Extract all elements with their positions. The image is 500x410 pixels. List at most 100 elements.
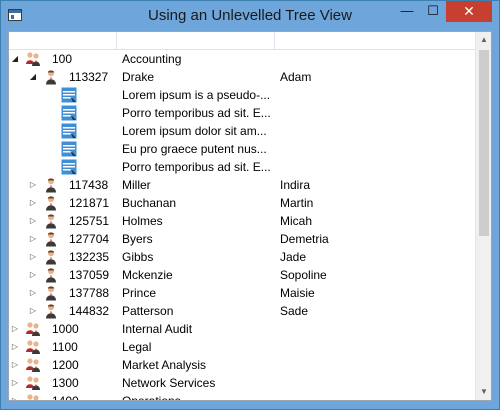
cell-name: Network Services: [122, 376, 216, 390]
column-header-row: [9, 32, 475, 50]
person-icon: [43, 213, 59, 229]
collapsed-arrow-icon[interactable]: ▷: [28, 302, 38, 320]
cell-name: Operations: [122, 394, 181, 401]
cell-name: Porro temporibus ad sit. E...: [122, 106, 271, 120]
cell-name: Miller: [122, 178, 151, 192]
cell-code: 137059: [69, 268, 110, 282]
cell-name: Patterson: [122, 304, 174, 318]
collapsed-arrow-icon[interactable]: ▷: [28, 194, 38, 212]
cell-code: 132235: [69, 250, 110, 264]
document-icon: [61, 105, 77, 121]
column-header-extra[interactable]: [274, 32, 475, 49]
cell-name: Eu pro graece putent nus...: [122, 142, 267, 156]
tree-item-employee[interactable]: ▷ 127704 Byers Demetria: [9, 230, 475, 248]
cell-first-name: Sade: [280, 304, 309, 318]
expanded-arrow-icon[interactable]: ◢: [10, 50, 20, 68]
person-icon: [43, 303, 59, 319]
cell-code: 121871: [69, 196, 110, 210]
cell-name: Prince: [122, 286, 157, 300]
maximize-button[interactable]: ☐: [420, 1, 446, 22]
document-icon: [61, 123, 77, 139]
collapsed-arrow-icon[interactable]: ▷: [10, 356, 20, 374]
cell-code: 1200: [52, 358, 79, 372]
person-icon: [43, 249, 59, 265]
collapsed-arrow-icon[interactable]: ▷: [10, 320, 20, 338]
collapsed-arrow-icon[interactable]: ▷: [10, 374, 20, 392]
tree-item-note[interactable]: Porro temporibus ad sit. E...: [9, 158, 475, 176]
cell-code: 1300: [52, 376, 79, 390]
tree-item-department[interactable]: ▷ 1300 Network Services: [9, 374, 475, 392]
cell-code: 137788: [69, 286, 110, 300]
cell-code: 125751: [69, 214, 110, 228]
tree-item-employee[interactable]: ▷ 125751 Holmes Micah: [9, 212, 475, 230]
cell-name: Byers: [122, 232, 153, 246]
scroll-thumb[interactable]: [479, 50, 489, 236]
tree-item-department[interactable]: ▷ 1000 Internal Audit: [9, 320, 475, 338]
tree-item-employee[interactable]: ▷ 137788 Prince Maisie: [9, 284, 475, 302]
tree-item-note[interactable]: Eu pro graece putent nus...: [9, 140, 475, 158]
tree-item-note[interactable]: Porro temporibus ad sit. E...: [9, 104, 475, 122]
group-icon: [25, 321, 41, 337]
cell-first-name: Demetria: [280, 232, 329, 246]
tree-item-note[interactable]: Lorem ipsum dolor sit am...: [9, 122, 475, 140]
collapsed-arrow-icon[interactable]: ▷: [10, 338, 20, 356]
tree-view[interactable]: ◢ 100 Accounting ◢ 113327 Drake Adam Lorem ipsu…: [8, 31, 492, 401]
cell-first-name: Jade: [280, 250, 307, 264]
tree-item-employee[interactable]: ▷ 121871 Buchanan Martin: [9, 194, 475, 212]
vertical-scrollbar[interactable]: ▲ ▼: [475, 32, 491, 400]
cell-code: 144832: [69, 304, 110, 318]
collapsed-arrow-icon[interactable]: ▷: [10, 392, 20, 400]
cell-code: 127704: [69, 232, 110, 246]
cell-name: Lorem ipsum is a pseudo-...: [122, 88, 271, 102]
tree-item-department[interactable]: ▷ 1400 Operations: [9, 392, 475, 401]
collapsed-arrow-icon[interactable]: ▷: [28, 212, 38, 230]
tree-item-department[interactable]: ▷ 1100 Legal: [9, 338, 475, 356]
close-button[interactable]: ✕: [446, 1, 492, 22]
collapsed-arrow-icon[interactable]: ▷: [28, 284, 38, 302]
group-icon: [25, 51, 41, 67]
collapsed-arrow-icon[interactable]: ▷: [28, 230, 38, 248]
tree-item-department[interactable]: ◢ 100 Accounting: [9, 50, 475, 68]
group-icon: [25, 357, 41, 373]
tree-item-employee[interactable]: ▷ 132235 Gibbs Jade: [9, 248, 475, 266]
person-icon: [43, 195, 59, 211]
collapsed-arrow-icon[interactable]: ▷: [28, 248, 38, 266]
minimize-button[interactable]: —: [394, 1, 420, 22]
cell-name: Holmes: [122, 214, 163, 228]
group-icon: [25, 339, 41, 355]
cell-name: Internal Audit: [122, 322, 193, 336]
cell-code: 1100: [52, 340, 78, 354]
document-icon: [61, 87, 77, 103]
collapsed-arrow-icon[interactable]: ▷: [28, 266, 38, 284]
cell-code: 1400: [52, 394, 79, 401]
group-icon: [25, 375, 41, 391]
collapsed-arrow-icon[interactable]: ▷: [28, 176, 38, 194]
tree-item-employee[interactable]: ◢ 113327 Drake Adam: [9, 68, 475, 86]
document-icon: [61, 159, 77, 175]
app-window: Using an Unlevelled Tree View — ☐ ✕ ◢ 100…: [0, 0, 500, 410]
cell-name: Market Analysis: [122, 358, 207, 372]
cell-first-name: Martin: [280, 196, 314, 210]
tree-item-employee[interactable]: ▷ 144832 Patterson Sade: [9, 302, 475, 320]
tree-item-department[interactable]: ▷ 1200 Market Analysis: [9, 356, 475, 374]
cell-first-name: Micah: [280, 214, 313, 228]
person-icon: [43, 231, 59, 247]
cell-name: Gibbs: [122, 250, 154, 264]
cell-code: 117438: [69, 178, 109, 192]
person-icon: [43, 267, 59, 283]
column-header-code[interactable]: [9, 32, 117, 49]
column-header-name[interactable]: [116, 32, 275, 49]
cell-name: Legal: [122, 340, 152, 354]
title-bar[interactable]: Using an Unlevelled Tree View — ☐ ✕: [1, 1, 499, 31]
expanded-arrow-icon[interactable]: ◢: [28, 68, 38, 86]
cell-first-name: Indira: [280, 178, 311, 192]
tree-item-employee[interactable]: ▷ 117438 Miller Indira: [9, 176, 475, 194]
tree-item-employee[interactable]: ▷ 137059 Mckenzie Sopoline: [9, 266, 475, 284]
cell-code: 113327: [69, 70, 109, 84]
cell-name: Buchanan: [122, 196, 177, 210]
cell-code: 1000: [52, 322, 79, 336]
cell-name: Porro temporibus ad sit. E...: [122, 160, 271, 174]
scroll-up-icon[interactable]: ▲: [476, 32, 491, 48]
tree-item-note[interactable]: Lorem ipsum is a pseudo-...: [9, 86, 475, 104]
scroll-down-icon[interactable]: ▼: [476, 384, 491, 400]
